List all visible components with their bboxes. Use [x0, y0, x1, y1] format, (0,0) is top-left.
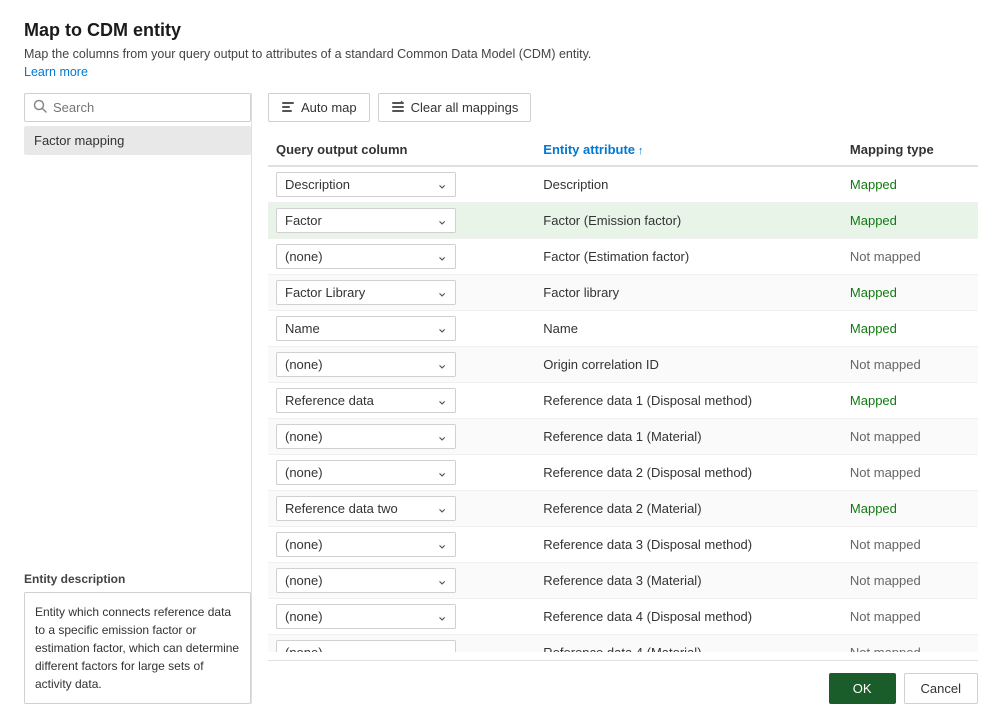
page-subtitle: Map the columns from your query output t… [24, 47, 978, 61]
learn-more-link[interactable]: Learn more [24, 65, 978, 79]
search-icon [33, 99, 47, 116]
mapping-status: Mapped [842, 275, 978, 311]
entity-attribute-cell: Factor library [535, 275, 842, 311]
mapping-status: Mapped [842, 491, 978, 527]
query-output-cell: (none)DescriptionFactorFactor LibraryNam… [268, 239, 535, 275]
table-row: (none)DescriptionFactorFactor LibraryNam… [268, 563, 978, 599]
footer-buttons: OK Cancel [268, 660, 978, 704]
clear-all-icon [391, 99, 405, 116]
entity-attribute-cell: Factor (Estimation factor) [535, 239, 842, 275]
mapping-status: Not mapped [842, 527, 978, 563]
table-row: (none)DescriptionFactorFactor LibraryNam… [268, 419, 978, 455]
entity-attribute-cell: Reference data 3 (Material) [535, 563, 842, 599]
clear-all-label: Clear all mappings [411, 100, 519, 115]
entity-attribute-cell: Reference data 4 (Disposal method) [535, 599, 842, 635]
page-title: Map to CDM entity [24, 20, 978, 41]
mapping-status: Mapped [842, 383, 978, 419]
table-row: (none)DescriptionFactorFactor LibraryNam… [268, 275, 978, 311]
mapping-status: Not mapped [842, 599, 978, 635]
mapping-table-container: Query output column Entity attribute↑ Ma… [268, 136, 978, 652]
query-output-select[interactable]: (none)DescriptionFactorFactor LibraryNam… [276, 208, 456, 233]
query-output-cell: (none)DescriptionFactorFactor LibraryNam… [268, 491, 535, 527]
entity-attribute-cell: Reference data 2 (Disposal method) [535, 455, 842, 491]
entity-description-section: Entity description Entity which connects… [24, 560, 251, 704]
query-output-cell: (none)DescriptionFactorFactor LibraryNam… [268, 455, 535, 491]
table-row: (none)DescriptionFactorFactor LibraryNam… [268, 635, 978, 653]
col-header-entity-attribute[interactable]: Entity attribute↑ [535, 136, 842, 166]
query-output-select[interactable]: (none)DescriptionFactorFactor LibraryNam… [276, 604, 456, 629]
table-row: (none)DescriptionFactorFactor LibraryNam… [268, 599, 978, 635]
toolbar: Auto map Clear all mappings [268, 93, 978, 122]
table-row: (none)DescriptionFactorFactor LibraryNam… [268, 203, 978, 239]
sidebar: Factor mapping Entity description Entity… [24, 93, 252, 704]
entity-description-label: Entity description [24, 572, 251, 586]
entity-attribute-cell: Reference data 1 (Material) [535, 419, 842, 455]
query-output-cell: (none)DescriptionFactorFactor LibraryNam… [268, 419, 535, 455]
table-row: (none)DescriptionFactorFactor LibraryNam… [268, 239, 978, 275]
table-row: (none)DescriptionFactorFactor LibraryNam… [268, 166, 978, 203]
entity-attribute-cell: Name [535, 311, 842, 347]
table-row: (none)DescriptionFactorFactor LibraryNam… [268, 455, 978, 491]
query-output-select[interactable]: (none)DescriptionFactorFactor LibraryNam… [276, 352, 456, 377]
entity-description-text: Entity which connects reference data to … [24, 592, 251, 704]
mapping-status: Not mapped [842, 239, 978, 275]
auto-map-icon [281, 99, 295, 116]
sort-arrow-icon: ↑ [638, 145, 644, 157]
query-output-cell: (none)DescriptionFactorFactor LibraryNam… [268, 203, 535, 239]
search-input[interactable] [53, 100, 242, 115]
clear-all-mappings-button[interactable]: Clear all mappings [378, 93, 532, 122]
entity-attribute-cell: Origin correlation ID [535, 347, 842, 383]
entity-attribute-cell: Description [535, 166, 842, 203]
mapping-table: Query output column Entity attribute↑ Ma… [268, 136, 978, 652]
mapping-status: Not mapped [842, 419, 978, 455]
query-output-cell: (none)DescriptionFactorFactor LibraryNam… [268, 311, 535, 347]
query-output-select[interactable]: (none)DescriptionFactorFactor LibraryNam… [276, 568, 456, 593]
entity-attribute-cell: Reference data 2 (Material) [535, 491, 842, 527]
query-output-select[interactable]: (none)DescriptionFactorFactor LibraryNam… [276, 316, 456, 341]
mapping-status: Not mapped [842, 635, 978, 653]
query-output-select[interactable]: (none)DescriptionFactorFactor LibraryNam… [276, 460, 456, 485]
query-output-select[interactable]: (none)DescriptionFactorFactor LibraryNam… [276, 388, 456, 413]
query-output-cell: (none)DescriptionFactorFactor LibraryNam… [268, 275, 535, 311]
mapping-status: Not mapped [842, 563, 978, 599]
query-output-cell: (none)DescriptionFactorFactor LibraryNam… [268, 527, 535, 563]
table-row: (none)DescriptionFactorFactor LibraryNam… [268, 491, 978, 527]
query-output-cell: (none)DescriptionFactorFactor LibraryNam… [268, 347, 535, 383]
entity-attribute-cell: Reference data 1 (Disposal method) [535, 383, 842, 419]
search-box[interactable] [24, 93, 251, 122]
content-area: Auto map Clear all mappings Q [268, 93, 978, 704]
entity-attribute-cell: Factor (Emission factor) [535, 203, 842, 239]
query-output-cell: (none)DescriptionFactorFactor LibraryNam… [268, 635, 535, 653]
table-row: (none)DescriptionFactorFactor LibraryNam… [268, 527, 978, 563]
mapping-status: Not mapped [842, 347, 978, 383]
col-header-query-output: Query output column [268, 136, 535, 166]
query-output-select[interactable]: (none)DescriptionFactorFactor LibraryNam… [276, 172, 456, 197]
ok-button[interactable]: OK [829, 673, 896, 704]
query-output-select[interactable]: (none)DescriptionFactorFactor LibraryNam… [276, 244, 456, 269]
auto-map-label: Auto map [301, 100, 357, 115]
query-output-cell: (none)DescriptionFactorFactor LibraryNam… [268, 383, 535, 419]
entity-attribute-cell: Reference data 4 (Material) [535, 635, 842, 653]
query-output-select[interactable]: (none)DescriptionFactorFactor LibraryNam… [276, 640, 456, 652]
mapping-status: Mapped [842, 311, 978, 347]
query-output-cell: (none)DescriptionFactorFactor LibraryNam… [268, 599, 535, 635]
table-row: (none)DescriptionFactorFactor LibraryNam… [268, 347, 978, 383]
query-output-select[interactable]: (none)DescriptionFactorFactor LibraryNam… [276, 280, 456, 305]
entity-attribute-cell: Reference data 3 (Disposal method) [535, 527, 842, 563]
query-output-select[interactable]: (none)DescriptionFactorFactor LibraryNam… [276, 532, 456, 557]
sidebar-item-factor-mapping[interactable]: Factor mapping [24, 126, 251, 155]
table-row: (none)DescriptionFactorFactor LibraryNam… [268, 311, 978, 347]
mapping-status: Not mapped [842, 455, 978, 491]
table-row: (none)DescriptionFactorFactor LibraryNam… [268, 383, 978, 419]
query-output-select[interactable]: (none)DescriptionFactorFactor LibraryNam… [276, 496, 456, 521]
mapping-status: Mapped [842, 166, 978, 203]
col-header-mapping-type: Mapping type [842, 136, 978, 166]
query-output-cell: (none)DescriptionFactorFactor LibraryNam… [268, 563, 535, 599]
query-output-select[interactable]: (none)DescriptionFactorFactor LibraryNam… [276, 424, 456, 449]
auto-map-button[interactable]: Auto map [268, 93, 370, 122]
cancel-button[interactable]: Cancel [904, 673, 978, 704]
mapping-status: Mapped [842, 203, 978, 239]
query-output-cell: (none)DescriptionFactorFactor LibraryNam… [268, 166, 535, 203]
